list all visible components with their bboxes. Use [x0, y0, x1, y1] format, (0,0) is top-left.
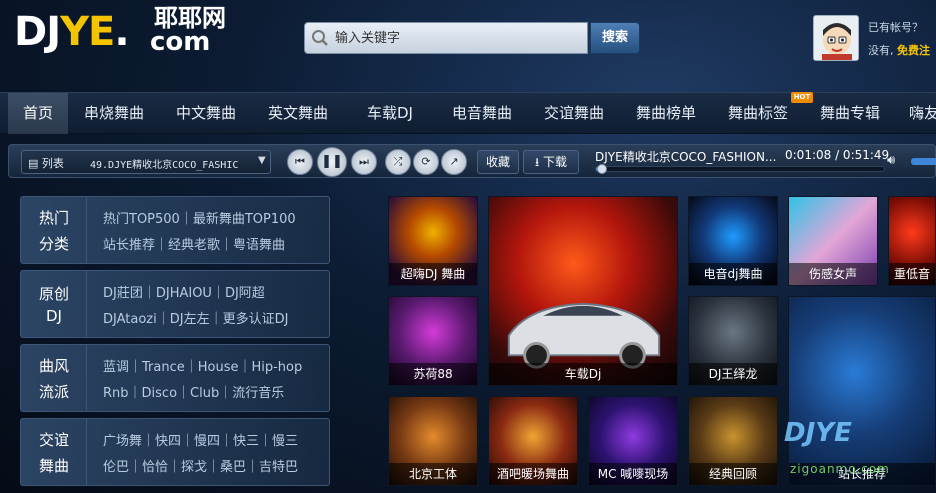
progress-handle[interactable]	[597, 164, 607, 174]
chevron-down-icon: ▼	[258, 155, 266, 166]
album-tile[interactable]: 超嗨DJ 舞曲	[388, 196, 478, 286]
search-button[interactable]: 搜索	[590, 22, 640, 54]
previous-icon[interactable]: ⏮	[287, 149, 313, 175]
album-title: 酒吧暖场舞曲	[489, 463, 577, 485]
album-title: 电音dj舞曲	[689, 263, 777, 285]
next-icon[interactable]: ⏭	[351, 149, 377, 175]
category-panel-ballroom: 交谊 舞曲 广场舞｜快四｜慢四｜快三｜慢三 伦巴｜恰恰｜探戈｜桑巴｜吉特巴	[20, 418, 330, 486]
nav-item-ballroom[interactable]: 交谊舞曲	[536, 93, 612, 134]
album-tile[interactable]: 苏荷88	[388, 296, 478, 386]
album-tile[interactable]: 重低音	[888, 196, 936, 286]
pause-icon[interactable]: ❚❚	[317, 147, 347, 177]
album-tile[interactable]: 经典回顾	[688, 396, 778, 486]
album-tile-featured[interactable]: 车载Dj	[488, 196, 678, 386]
watermark-brand: DJYE	[784, 418, 852, 448]
volume-slider[interactable]	[911, 158, 936, 165]
category-links-line[interactable]: 蓝调｜Trance｜House｜Hip-hop	[103, 356, 302, 375]
category-links-line[interactable]: 广场舞｜快四｜慢四｜快三｜慢三	[103, 430, 298, 449]
category-panel-hot: 热门 分类 热门TOP500｜最新舞曲TOP100 站长推荐｜经典老歌｜粤语舞曲	[20, 196, 330, 264]
now-playing-title: DJYE精收北京COCO_FASHION...	[595, 150, 777, 164]
shuffle-icon[interactable]: ⤮	[385, 149, 411, 175]
logo-wordmark: DJYE.	[14, 9, 130, 55]
playlist-select[interactable]: ▤ 列表 49.DJYE精收北京COCO_FASHIC ▼	[21, 150, 271, 174]
nav-item-english[interactable]: 英文舞曲	[260, 93, 336, 134]
register-prefix: 没有,	[868, 44, 894, 57]
register-link[interactable]: 免费注	[897, 44, 930, 57]
login-prompt[interactable]: 已有帐号？	[868, 19, 923, 35]
category-title: 曲风 流派	[21, 345, 87, 411]
category-links-line[interactable]: 站长推荐｜经典老歌｜粤语舞曲	[103, 234, 285, 253]
category-links-line[interactable]: 伦巴｜恰恰｜探戈｜桑巴｜吉特巴	[103, 456, 298, 475]
current-track-select: 49.DJYE精收北京COCO_FASHIC	[90, 160, 239, 171]
album-tile[interactable]: 电音dj舞曲	[688, 196, 778, 286]
car-illustration	[507, 302, 661, 369]
progress-slider[interactable]	[595, 164, 885, 174]
album-tile[interactable]: 伤感女声	[788, 196, 878, 286]
favorite-button[interactable]: 收藏	[477, 150, 519, 174]
album-title: 车载Dj	[489, 363, 677, 385]
search-box: 搜索	[304, 22, 640, 54]
album-title: MC 喊嘜现场	[589, 463, 677, 485]
volume-icon[interactable]: 🔊︎	[887, 153, 895, 168]
user-avatar-icon	[814, 16, 858, 60]
hot-badge: HOT	[791, 92, 813, 103]
logo-com: com	[150, 27, 211, 57]
album-title: 重低音	[889, 263, 935, 285]
album-title: 北京工体	[389, 463, 477, 485]
category-panel-genre: 曲风 流派 蓝调｜Trance｜House｜Hip-hop Rnb｜Disco｜C…	[20, 344, 330, 412]
album-title: DJ王绎龙	[689, 363, 777, 385]
category-links-line[interactable]: 热门TOP500｜最新舞曲TOP100	[103, 208, 296, 227]
category-links-line[interactable]: Rnb｜Disco｜Club｜流行音乐	[103, 382, 284, 401]
download-icon: ⭳	[534, 155, 540, 169]
nav-item-chinese[interactable]: 中文舞曲	[168, 93, 244, 134]
album-tile[interactable]: MC 喊嘜现场	[588, 396, 678, 486]
nav-item-medley[interactable]: 串烧舞曲	[76, 93, 152, 134]
album-title: 超嗨DJ 舞曲	[389, 263, 477, 285]
nav-item-charts[interactable]: 舞曲榜单	[628, 93, 704, 134]
category-links-line[interactable]: DJAtaozi｜DJ左左｜更多认证DJ	[103, 308, 288, 327]
playlist-label: ▤ 列表	[28, 157, 64, 170]
category-panel-original-dj: 原创 DJ DJ莊团｜DJHAIOU｜DJ阿超 DJAtaozi｜DJ左左｜更多认…	[20, 270, 330, 338]
album-tile[interactable]: DJ王绎龙	[688, 296, 778, 386]
music-player: ▤ 列表 49.DJYE精收北京COCO_FASHIC ▼ ⏮ ❚❚ ⏭ ⤮ ⟳…	[8, 144, 936, 178]
nav-item-tags[interactable]: 舞曲标签	[720, 93, 796, 134]
register-line: 没有, 免费注	[868, 42, 930, 58]
share-icon[interactable]: ↗	[441, 149, 467, 175]
search-input[interactable]	[335, 27, 580, 49]
download-button[interactable]: ⭳ 下载	[523, 150, 579, 174]
site-logo[interactable]: DJYE. 耶耶网 com	[14, 4, 236, 58]
category-title: 原创 DJ	[21, 271, 87, 337]
header: DJYE. 耶耶网 com 搜索 已有帐号？ 没有, 免费注	[0, 0, 936, 86]
album-title: 经典回顾	[689, 463, 777, 485]
album-tile-featured[interactable]: 站长推荐	[788, 296, 936, 486]
album-title: 伤感女声	[789, 263, 877, 285]
nav-item-friends[interactable]: 嗨友	[904, 93, 936, 134]
search-field	[304, 22, 588, 54]
album-title: 苏荷88	[389, 363, 477, 385]
category-title: 热门 分类	[21, 197, 87, 263]
album-cover	[789, 297, 935, 485]
album-tile[interactable]: 北京工体	[388, 396, 478, 486]
avatar[interactable]	[813, 15, 859, 61]
nav-item-car-dj[interactable]: 车载DJ	[352, 93, 428, 134]
nav-item-albums[interactable]: 舞曲专辑	[812, 93, 888, 134]
category-title: 交谊 舞曲	[21, 419, 87, 485]
watermark-url: zigoanmo.com	[790, 462, 890, 476]
nav-item-electronic[interactable]: 电音舞曲	[444, 93, 520, 134]
category-links-line[interactable]: DJ莊团｜DJHAIOU｜DJ阿超	[103, 282, 265, 301]
playback-time: 0:01:08 / 0:51:49	[785, 148, 890, 162]
search-icon	[312, 30, 328, 46]
repeat-icon[interactable]: ⟳	[413, 149, 439, 175]
album-tile[interactable]: 酒吧暖场舞曲	[488, 396, 578, 486]
nav-item-home[interactable]: 首页	[8, 93, 68, 134]
